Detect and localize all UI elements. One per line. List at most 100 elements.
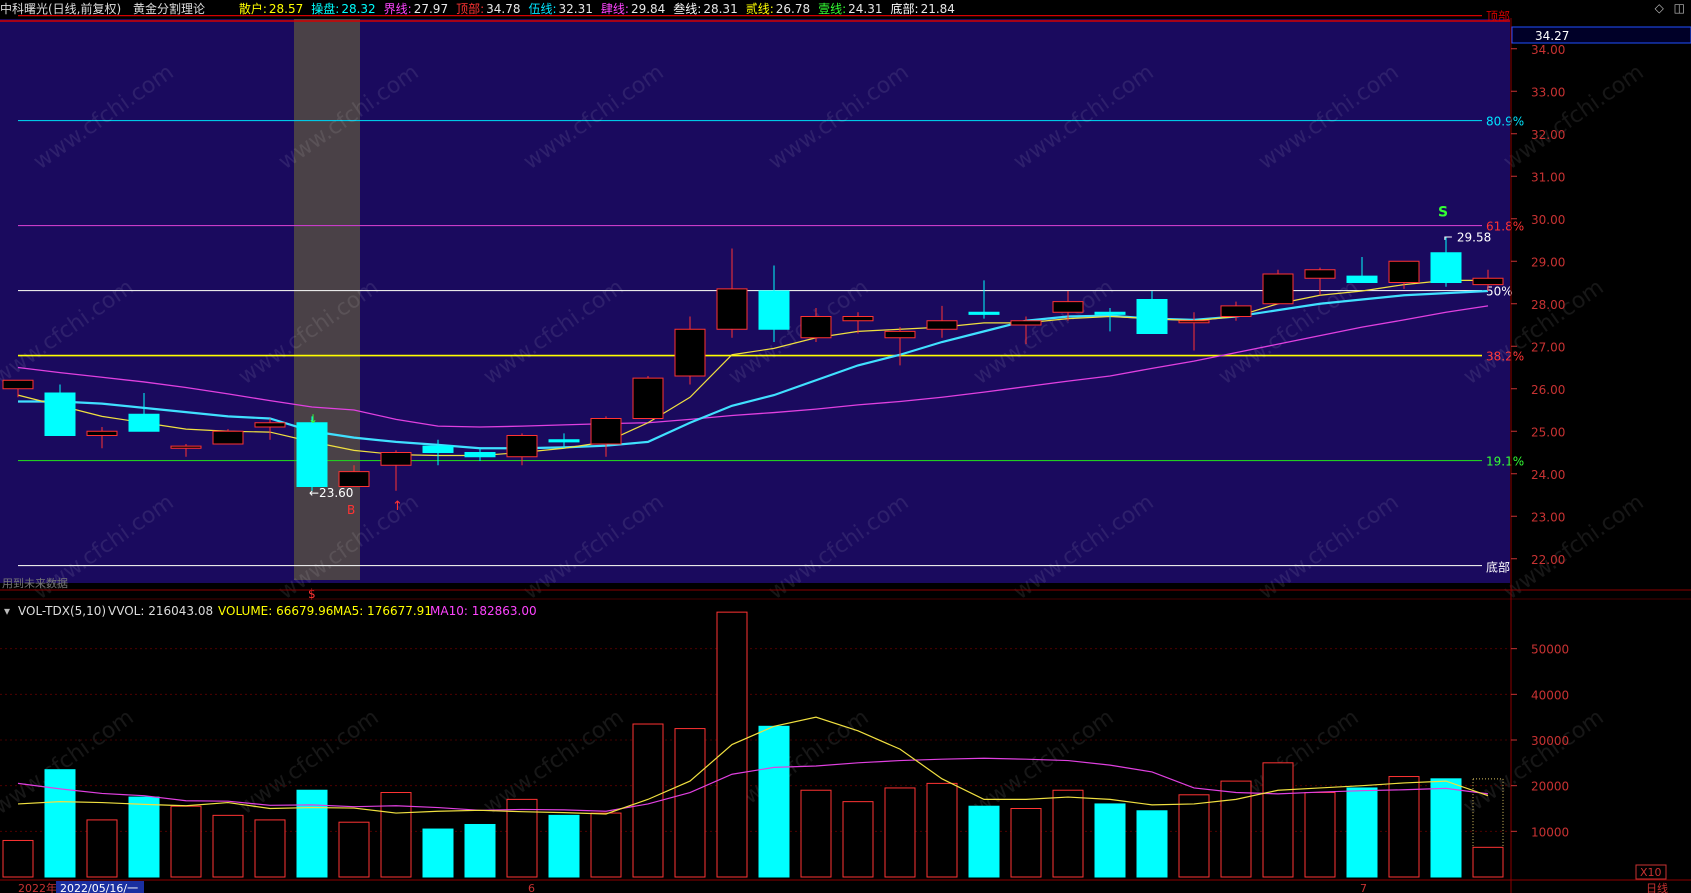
- volume-bar: [1094, 803, 1126, 878]
- candle-body: [44, 392, 76, 436]
- candle-body: [506, 435, 538, 458]
- vol-tick-label: 50000: [1531, 643, 1569, 657]
- current-price: 34.27: [1535, 29, 1569, 43]
- volume-bar: [128, 796, 160, 878]
- price-tick-label: 32.00: [1531, 128, 1565, 142]
- price-tick-label: 22.00: [1531, 553, 1565, 567]
- candle-body: [1178, 320, 1210, 324]
- volume-bar: [968, 805, 1000, 878]
- candle-body: [1304, 269, 1336, 279]
- volume-bar: [1430, 778, 1462, 878]
- candle-body: [968, 311, 1000, 315]
- price-tick-label: 34.00: [1531, 43, 1565, 57]
- kline-chart[interactable]: 顶部80.9%61.8%50%38.2%19.1%底部www.cfchi.com…: [0, 0, 1691, 893]
- volume-bar: [1136, 810, 1168, 878]
- volume-bar: [170, 805, 202, 878]
- candle-body: [128, 413, 160, 432]
- volume-bar: [254, 819, 286, 878]
- volume-bar: [338, 821, 370, 878]
- candle-body: [2, 379, 34, 390]
- volume-bar: [86, 819, 118, 878]
- volume-bar: [1010, 808, 1042, 878]
- volume-bar: [1178, 794, 1210, 878]
- candle-body: [884, 330, 916, 339]
- price-tick-label: 24.00: [1531, 468, 1565, 482]
- volume-bar: [1388, 776, 1420, 878]
- volume-bar: [548, 814, 580, 878]
- candle-body: [1010, 320, 1042, 326]
- price-tick-label: 25.00: [1531, 425, 1565, 439]
- candle-body: [548, 439, 580, 443]
- no-data-text: 用到未来数据: [2, 576, 68, 590]
- volume-bar: [1346, 787, 1378, 878]
- green-arrow-icon: ↓: [308, 412, 318, 426]
- scale-label: X10: [1640, 866, 1662, 879]
- month-7: 7: [1360, 882, 1367, 893]
- candle-body: [212, 430, 244, 445]
- volume-bar: [800, 789, 832, 878]
- candle-body: [170, 445, 202, 449]
- vol-tick-label: 10000: [1531, 825, 1569, 839]
- red-arrow-icon: ↑: [392, 499, 403, 514]
- candle-body: [674, 328, 706, 377]
- candle-body: [86, 430, 118, 436]
- candle-body: [1262, 273, 1294, 305]
- vol-tick-label: 30000: [1531, 734, 1569, 748]
- watermark-text: www.cfchi.com: [1499, 490, 1648, 605]
- candle-body: [1346, 275, 1378, 283]
- candle-body: [926, 320, 958, 330]
- watermark-text: www.cfchi.com: [1459, 705, 1608, 820]
- watermark-text: www.cfchi.com: [969, 705, 1118, 820]
- candle-body: [1052, 301, 1084, 313]
- candle-body: [380, 452, 412, 466]
- high-price-label: ⌐ 29.58: [1443, 231, 1491, 245]
- volume-bar: [926, 782, 958, 878]
- candle-body: [842, 316, 874, 322]
- year-label: 2022年: [18, 881, 57, 893]
- candle-body: [1220, 305, 1252, 317]
- volume-bar: [44, 769, 76, 878]
- fib-label-2: 61.8%: [1486, 220, 1524, 234]
- volume-bar: [1472, 846, 1504, 878]
- candle-body: [590, 418, 622, 445]
- candle-body: [1388, 260, 1420, 283]
- vol-vvol: VVOL: 216043.08: [108, 604, 213, 618]
- candle-body: [464, 452, 496, 458]
- vol-ma10: MA10: 182863.00: [430, 604, 537, 618]
- candle-body: [800, 316, 832, 339]
- volume-bar: [842, 801, 874, 878]
- candle-body: [1136, 299, 1168, 334]
- volume-bar: [1262, 762, 1294, 878]
- volume-bar: [464, 823, 496, 878]
- price-tick-label: 33.00: [1531, 85, 1565, 99]
- volume-bar: [212, 814, 244, 878]
- fib-label-1: 80.9%: [1486, 115, 1524, 129]
- period-label: 日线: [1646, 881, 1668, 893]
- volume-bar: [296, 789, 328, 878]
- price-tick-label: 23.00: [1531, 510, 1565, 524]
- s-signal: S: [1438, 205, 1448, 221]
- b-signal: B: [347, 503, 355, 517]
- candle-body: [632, 377, 664, 419]
- watermark-text: www.cfchi.com: [479, 705, 628, 820]
- vol-tick-label: 40000: [1531, 688, 1569, 702]
- price-tick-label: 31.00: [1531, 170, 1565, 184]
- candle-body: [338, 471, 370, 487]
- vol-indicator: VOL-TDX(5,10): [18, 604, 106, 618]
- volume-bar: [422, 828, 454, 878]
- candle-body: [758, 290, 790, 330]
- fib-label-6: 底部: [1486, 560, 1510, 575]
- volume-bar: [2, 839, 34, 878]
- price-tick-label: 30.00: [1531, 213, 1565, 227]
- price-tick-label: 27.00: [1531, 340, 1565, 354]
- volume-bar: [1052, 789, 1084, 878]
- month-6: 6: [528, 882, 535, 893]
- vol-volume: VOLUME: 66679.96: [218, 604, 333, 618]
- volume-bar: [1220, 780, 1252, 878]
- date-label: 2022/05/16/一: [60, 882, 138, 893]
- collapse-icon: ▾: [4, 604, 10, 618]
- volume-bar: [884, 787, 916, 878]
- price-tick-label: 26.00: [1531, 383, 1565, 397]
- vol-tick-label: 20000: [1531, 780, 1569, 794]
- fib-label-3: 50%: [1486, 285, 1513, 299]
